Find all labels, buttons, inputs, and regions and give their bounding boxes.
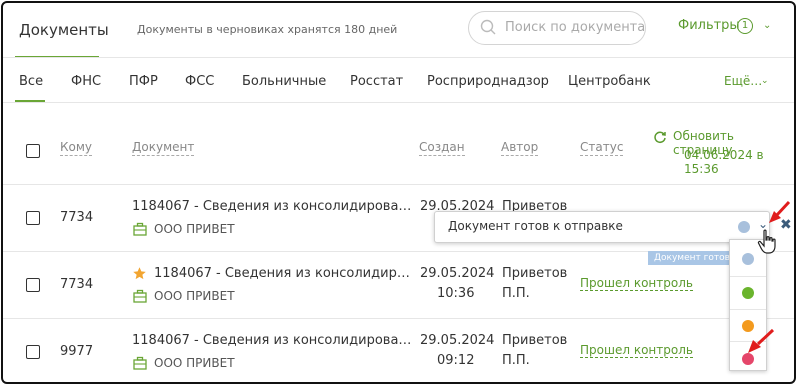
tab-pfr[interactable]: ПФР: [129, 74, 158, 89]
column-header-document[interactable]: Документ: [132, 140, 195, 156]
more-chevron-icon: ⌄: [761, 76, 769, 86]
select-all-checkbox[interactable]: [26, 144, 40, 158]
row-to: 7734: [60, 277, 94, 292]
tab-centrobank[interactable]: Центробанк: [568, 74, 651, 89]
row-document-title[interactable]: 1184067 - Сведения из консолидирова…: [132, 333, 411, 348]
drafts-retention-note: Документы в черновиках хранятся 180 дней: [137, 23, 398, 36]
row-checkbox[interactable]: [26, 211, 40, 225]
annotation-arrow-icon: [769, 200, 791, 223]
tab-fns[interactable]: ФНС: [71, 74, 101, 89]
tab-sick-leave[interactable]: Больничные: [242, 74, 326, 89]
status-tooltip: Документ готов к отправке: [648, 251, 738, 265]
row-organization: ООО ПРИВЕТ: [154, 222, 235, 236]
column-header-author[interactable]: Автор: [501, 140, 539, 156]
briefcase-icon: [133, 356, 147, 370]
annotation-arrow-icon: [748, 328, 775, 353]
row-created-time: 09:12: [437, 353, 475, 368]
table-header-divider: [3, 184, 794, 185]
color-option-green[interactable]: [742, 287, 754, 299]
tab-rosprirodnadzor[interactable]: Росприроднадзор: [427, 74, 549, 89]
column-header-status[interactable]: Статус: [580, 140, 624, 156]
row-document-title[interactable]: 1184067 - Сведения из консолидир…: [154, 266, 410, 281]
row-author-initials: П.П.: [502, 286, 530, 301]
tabs-divider: [3, 102, 794, 103]
status-popup: Документ готов к отправке ⌄ ✖: [434, 211, 792, 243]
row-status-link[interactable]: Прошел контроль: [580, 343, 693, 358]
row-checkbox[interactable]: [26, 278, 40, 292]
selected-color-dot[interactable]: [738, 221, 750, 233]
row-to: 9977: [60, 344, 94, 359]
more-tabs-button[interactable]: Ещё…: [724, 74, 762, 88]
row-author: Приветов: [502, 266, 568, 281]
briefcase-icon: [133, 222, 147, 236]
star-icon[interactable]: [132, 266, 147, 281]
search-input[interactable]: Поиск по документа: [468, 11, 646, 45]
column-header-created[interactable]: Создан: [419, 140, 465, 156]
row-document-title[interactable]: 1184067 - Сведения из консолидирова…: [132, 199, 411, 214]
tab-rosstat[interactable]: Росстат: [350, 74, 403, 89]
refresh-icon[interactable]: [653, 130, 667, 144]
row-checkbox[interactable]: [26, 345, 40, 359]
filters-count-badge: 1: [737, 18, 753, 34]
row-organization: ООО ПРИВЕТ: [154, 356, 235, 370]
briefcase-icon: [133, 289, 147, 303]
refresh-datetime: 04.06.2024 в 15:36: [684, 148, 764, 176]
chevron-down-icon[interactable]: ⌄: [763, 20, 771, 31]
status-popup-text: Документ готов к отправке: [448, 219, 623, 233]
row-to: 7734: [60, 210, 94, 225]
row-organization: ООО ПРИВЕТ: [154, 289, 235, 303]
tab-fss[interactable]: ФСС: [185, 74, 214, 89]
search-placeholder: Поиск по документа: [505, 20, 646, 35]
search-icon: [480, 19, 496, 35]
page-title[interactable]: Документы: [19, 21, 109, 39]
documents-panel: Документы Документы в черновиках хранятс…: [1, 1, 796, 384]
filters-button[interactable]: Фильтры: [678, 18, 740, 33]
row-created-date: 29.05.2024: [420, 266, 495, 281]
row-created-date: 29.05.2024: [420, 333, 495, 348]
row-author-initials: П.П.: [502, 353, 530, 368]
option-divider: [730, 309, 766, 310]
row-created-time: 10:36: [437, 286, 475, 301]
color-option-blue[interactable]: [742, 253, 754, 265]
tab-all[interactable]: Все: [19, 74, 43, 89]
row-status-link[interactable]: Прошел контроль: [580, 276, 693, 291]
row-author: Приветов: [502, 333, 568, 348]
row-divider: [3, 318, 794, 319]
column-header-to[interactable]: Кому: [60, 140, 93, 156]
hand-cursor-icon: [757, 229, 776, 254]
option-divider: [730, 276, 766, 277]
header-divider: [3, 57, 794, 58]
